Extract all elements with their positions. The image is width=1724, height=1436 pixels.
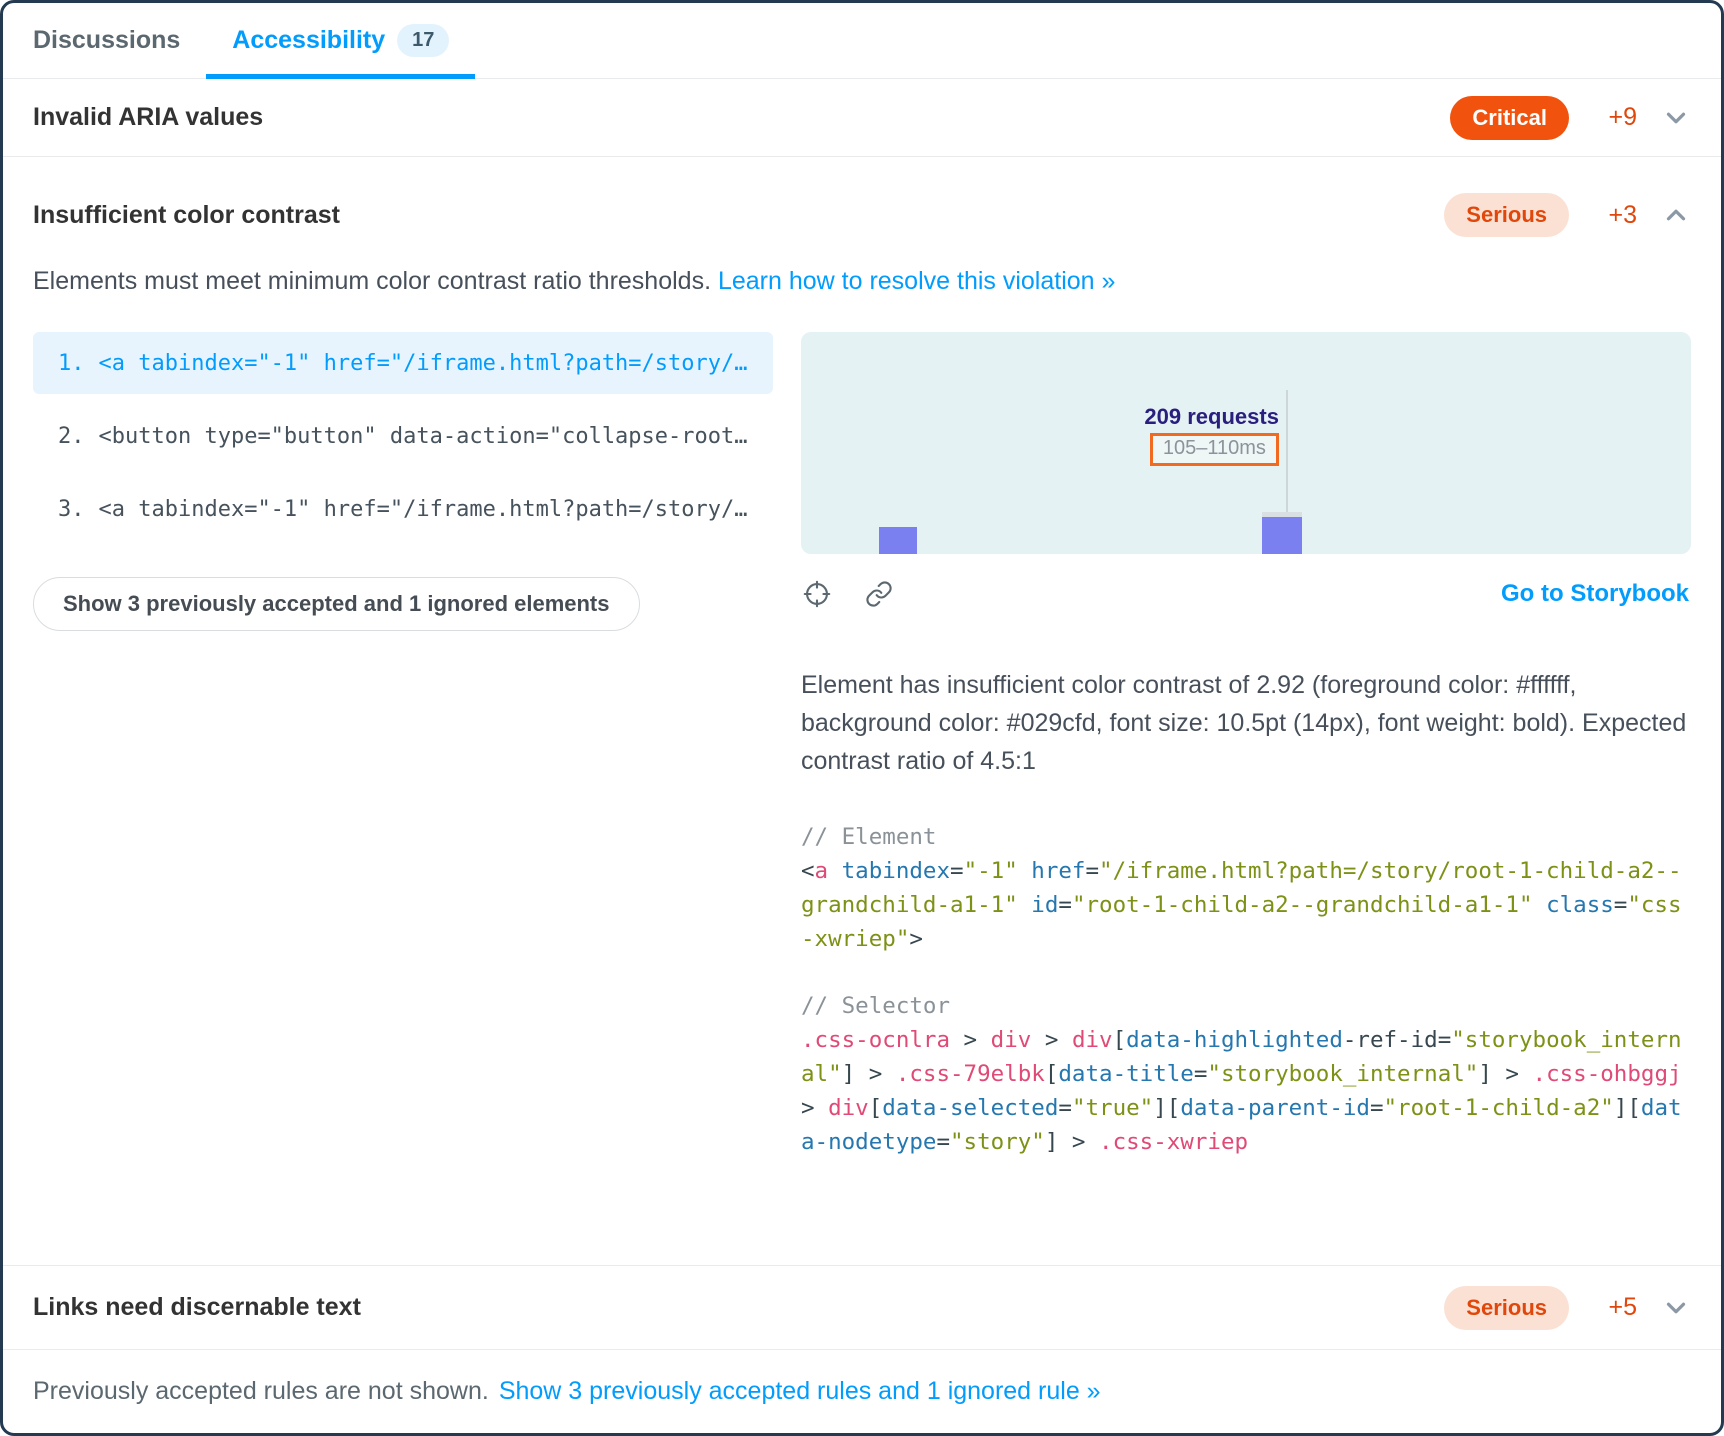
preview-actions: Go to Storybook (801, 580, 1691, 608)
show-accepted-elements-button[interactable]: Show 3 previously accepted and 1 ignored… (33, 577, 640, 631)
selector-comment: // Selector (801, 989, 1691, 1023)
show-accepted-rules-link[interactable]: Show 3 previously accepted rules and 1 i… (499, 1377, 1101, 1406)
story-preview[interactable]: 209 requests 105–110ms (801, 332, 1691, 554)
element-code: <a tabindex="-1" href="/iframe.html?path… (99, 497, 748, 522)
rule-title: Insufficient color contrast (33, 201, 340, 230)
element-index: 1. (58, 351, 85, 376)
tab-accessibility[interactable]: Accessibility 17 (206, 3, 475, 78)
rule-row-controls: Serious +5 (1444, 1286, 1691, 1330)
chevron-down-icon[interactable] (1661, 103, 1691, 133)
rule-row-controls: Serious +3 (1444, 193, 1691, 237)
severity-badge: Serious (1444, 1286, 1569, 1330)
element-comment: // Element (801, 820, 1691, 854)
element-index: 2. (58, 424, 85, 449)
selector-css: .css-ocnlra > div > div[data-highlighted… (801, 1023, 1691, 1159)
chart-bar-right (1262, 512, 1302, 554)
tab-bar: Discussions Accessibility 17 (3, 3, 1721, 79)
tab-accessibility-label: Accessibility (232, 26, 385, 55)
crosshair-icon[interactable] (803, 580, 831, 608)
link-icon[interactable] (865, 580, 893, 608)
chart-bar-left (879, 527, 917, 554)
more-count: +3 (1593, 201, 1637, 230)
element-detail: 209 requests 105–110ms (801, 332, 1691, 1159)
tab-discussions-label: Discussions (33, 26, 180, 55)
rule-row-controls: Critical +9 (1450, 96, 1691, 140)
rule-row-invalid-aria[interactable]: Invalid ARIA values Critical +9 (3, 79, 1721, 156)
accessibility-count-badge: 17 (397, 24, 449, 57)
rule-description: Elements must meet minimum color contras… (33, 267, 1691, 296)
element-html: <a tabindex="-1" href="/iframe.html?path… (801, 854, 1691, 956)
footer-text: Previously accepted rules are not shown. (33, 1377, 489, 1406)
tab-discussions[interactable]: Discussions (7, 3, 206, 78)
element-code: <a tabindex="-1" href="/iframe.html?path… (99, 351, 748, 376)
element-index: 3. (58, 497, 85, 522)
rule-body: 1. <a tabindex="-1" href="/iframe.html?p… (33, 332, 1691, 1159)
severity-badge: Critical (1450, 96, 1569, 140)
element-list: 1. <a tabindex="-1" href="/iframe.html?p… (33, 332, 773, 631)
rule-header[interactable]: Insufficient color contrast Serious +3 (33, 193, 1691, 237)
active-tab-underline (206, 74, 475, 79)
severity-badge: Serious (1444, 193, 1569, 237)
element-code: <button type="button" data-action="colla… (99, 424, 748, 449)
selector-code-block: // Selector .css-ocnlra > div > div[data… (801, 989, 1691, 1159)
highlighted-element: 105–110ms (1150, 433, 1279, 466)
more-count: +9 (1593, 103, 1637, 132)
rule-title: Invalid ARIA values (33, 103, 263, 132)
element-item-1[interactable]: 1. <a tabindex="-1" href="/iframe.html?p… (33, 332, 773, 394)
chevron-up-icon[interactable] (1661, 200, 1691, 230)
panel-footer: Previously accepted rules are not shown.… (3, 1349, 1721, 1433)
learn-how-link[interactable]: Learn how to resolve this violation » (718, 267, 1115, 295)
violation-details: Element has insufficient color contrast … (801, 666, 1691, 780)
rule-description-text: Elements must meet minimum color contras… (33, 267, 718, 295)
element-code-block: // Element <a tabindex="-1" href="/ifram… (801, 820, 1691, 956)
element-item-3[interactable]: 3. <a tabindex="-1" href="/iframe.html?p… (33, 478, 773, 540)
accessibility-panel: Discussions Accessibility 17 Invalid ARI… (0, 0, 1724, 1436)
preview-tooltip: 209 requests 105–110ms (1144, 404, 1279, 466)
chevron-down-icon[interactable] (1661, 1293, 1691, 1323)
tooltip-title: 209 requests (1144, 404, 1279, 430)
element-item-2[interactable]: 2. <button type="button" data-action="co… (33, 405, 773, 467)
rule-row-discernable-text[interactable]: Links need discernable text Serious +5 (3, 1265, 1721, 1349)
tooltip-pointer-line (1286, 390, 1288, 514)
more-count: +5 (1593, 1293, 1637, 1322)
rule-section-color-contrast: Insufficient color contrast Serious +3 E… (3, 156, 1721, 1265)
rule-title: Links need discernable text (33, 1293, 361, 1322)
go-to-storybook-link[interactable]: Go to Storybook (1501, 580, 1689, 608)
